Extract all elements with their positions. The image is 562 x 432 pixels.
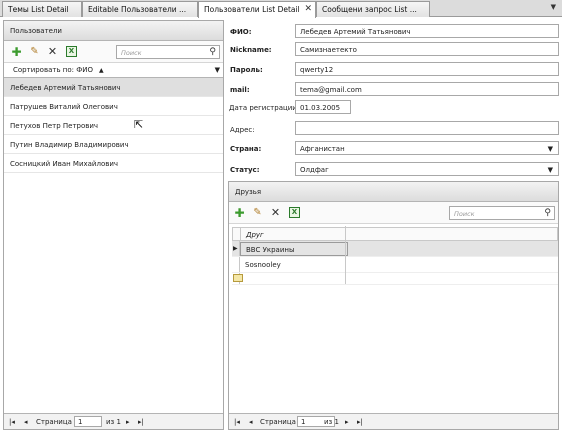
friends-panel-title: Друзья xyxy=(229,182,558,202)
first-page-icon[interactable]: |◂ xyxy=(234,418,240,426)
grid-column-divider xyxy=(345,226,346,284)
tab-editable-users[interactable]: Editable Пользователи ... xyxy=(82,1,198,17)
table-row[interactable]: Sosnooley xyxy=(232,257,558,273)
tab-label: Editable Пользователи ... xyxy=(88,5,187,14)
table-cell[interactable]: BBC Украины xyxy=(240,242,348,256)
friends-search-input[interactable]: Поиск ⚲ xyxy=(449,206,555,220)
status-value: Олдфаг xyxy=(300,166,329,174)
table-row[interactable]: ▶ BBC Украины xyxy=(232,241,558,257)
users-toolbar: ✚ ✎ ✕ X Поиск ⚲ xyxy=(4,41,223,63)
row-pointer-glyph: ▶ xyxy=(233,245,238,252)
search-placeholder: Поиск xyxy=(454,210,475,218)
sort-select[interactable]: Сортировать по: ФИО ▲ ▼ xyxy=(4,63,223,78)
prev-page-icon[interactable]: ◂ xyxy=(249,418,253,426)
users-panel-title: Пользователи xyxy=(4,21,223,41)
page-number-input[interactable]: 1 xyxy=(74,416,102,427)
status-label: Статус: xyxy=(230,166,260,174)
tab-label: Темы List Detail xyxy=(8,5,69,14)
chevron-down-icon[interactable]: ▼ xyxy=(215,66,220,74)
list-item[interactable]: Путин Владимир Владимирович xyxy=(4,135,223,154)
list-item[interactable]: Патрушев Виталий Олегович xyxy=(4,97,223,116)
delete-icon[interactable]: ✕ xyxy=(46,45,59,58)
row-indicator xyxy=(232,257,240,272)
password-field[interactable]: qwerty12 xyxy=(295,62,559,76)
tabs-dropdown-icon[interactable]: ▼ xyxy=(551,3,556,11)
last-page-icon[interactable]: ▸| xyxy=(357,418,363,426)
edit-icon[interactable]: ✎ xyxy=(251,206,264,219)
chevron-down-icon[interactable]: ▼ xyxy=(548,166,553,174)
friends-pager: |◂ ◂ Страница 1 из 1 ▸ ▸| xyxy=(229,413,558,429)
table-cell[interactable]: Sosnooley xyxy=(240,257,281,272)
page-label: Страница xyxy=(260,418,296,426)
mail-label: mail: xyxy=(230,86,250,94)
column-header-friend[interactable]: Друг xyxy=(241,228,264,240)
add-icon[interactable]: ✚ xyxy=(10,45,23,59)
page-count: из 1 xyxy=(106,418,121,426)
page-label: Страница xyxy=(36,418,72,426)
excel-icon: X xyxy=(289,207,300,218)
nickname-field[interactable]: Самизнаетекто xyxy=(295,42,559,56)
users-panel: Пользователи ✚ ✎ ✕ X Поиск ⚲ Сортировать… xyxy=(3,20,224,430)
row-pointer-icon: ▶ xyxy=(232,241,240,256)
row-indicator-header xyxy=(233,228,241,240)
password-label: Пароль: xyxy=(230,66,263,74)
next-page-icon[interactable]: ▸ xyxy=(126,418,130,426)
first-page-icon[interactable]: |◂ xyxy=(9,418,15,426)
add-icon[interactable]: ✚ xyxy=(233,206,246,220)
country-value: Афганистан xyxy=(300,145,345,153)
friends-panel: Друзья ✚ ✎ ✕ X Поиск ⚲ Друг ▶ BBC Украин… xyxy=(228,181,559,430)
prev-page-icon[interactable]: ◂ xyxy=(24,418,28,426)
tab-label: Пользователи List Detail xyxy=(204,5,300,14)
search-icon[interactable]: ⚲ xyxy=(209,47,216,57)
search-placeholder: Поиск xyxy=(121,49,142,57)
status-select[interactable]: Олдфаг ▼ xyxy=(295,162,559,176)
mouse-cursor-icon: ⇱ xyxy=(134,118,144,131)
edit-icon[interactable]: ✎ xyxy=(28,45,41,58)
mail-field[interactable]: tema@gmail.com xyxy=(295,82,559,96)
delete-icon[interactable]: ✕ xyxy=(269,206,282,219)
country-label: Страна: xyxy=(230,145,262,153)
last-page-icon[interactable]: ▸| xyxy=(138,418,144,426)
sort-asc-icon: ▲ xyxy=(99,67,104,74)
new-row-icon[interactable] xyxy=(233,274,243,282)
registration-date-field[interactable]: 01.03.2005 xyxy=(295,100,351,114)
next-page-icon[interactable]: ▸ xyxy=(345,418,349,426)
country-select[interactable]: Афганистан ▼ xyxy=(295,141,559,155)
address-label: Адрес: xyxy=(230,126,255,134)
tab-temy[interactable]: Темы List Detail xyxy=(2,1,82,17)
list-item[interactable]: Петухов Петр Петрович xyxy=(4,116,223,135)
friends-grid-header: Друг xyxy=(232,227,558,241)
friends-toolbar: ✚ ✎ ✕ X Поиск ⚲ xyxy=(229,202,558,224)
fio-field[interactable]: Лебедев Артемий Татьянович xyxy=(295,24,559,38)
list-item[interactable]: Лебедев Артемий Татьянович xyxy=(4,78,223,97)
users-pager: |◂ ◂ Страница 1 из 1 ▸ ▸| xyxy=(4,413,223,429)
export-excel-button[interactable]: X xyxy=(288,206,301,219)
tab-strip: Темы List Detail Editable Пользователи .… xyxy=(0,0,562,18)
search-icon[interactable]: ⚲ xyxy=(544,208,551,218)
page-count: из 1 xyxy=(324,418,339,426)
tab-users-list-detail[interactable]: Пользователи List Detail ✕ xyxy=(198,1,316,18)
users-search-input[interactable]: Поиск ⚲ xyxy=(116,45,220,59)
excel-icon: X xyxy=(66,46,77,57)
export-excel-button[interactable]: X xyxy=(65,45,78,58)
new-row[interactable] xyxy=(232,273,558,285)
tab-messages-query[interactable]: Сообщени запрос List ... xyxy=(316,1,430,17)
tab-label: Сообщени запрос List ... xyxy=(322,5,417,14)
registration-date-label: Дата регистрации: xyxy=(229,104,300,112)
fio-label: ФИО: xyxy=(230,28,252,36)
list-item[interactable]: Сосницкий Иван Михайлович xyxy=(4,154,223,173)
nickname-label: Nickname: xyxy=(230,46,272,54)
sort-label: Сортировать по: ФИО xyxy=(13,66,94,74)
close-icon[interactable]: ✕ xyxy=(304,4,312,14)
address-field[interactable] xyxy=(295,121,559,135)
chevron-down-icon[interactable]: ▼ xyxy=(548,145,553,153)
